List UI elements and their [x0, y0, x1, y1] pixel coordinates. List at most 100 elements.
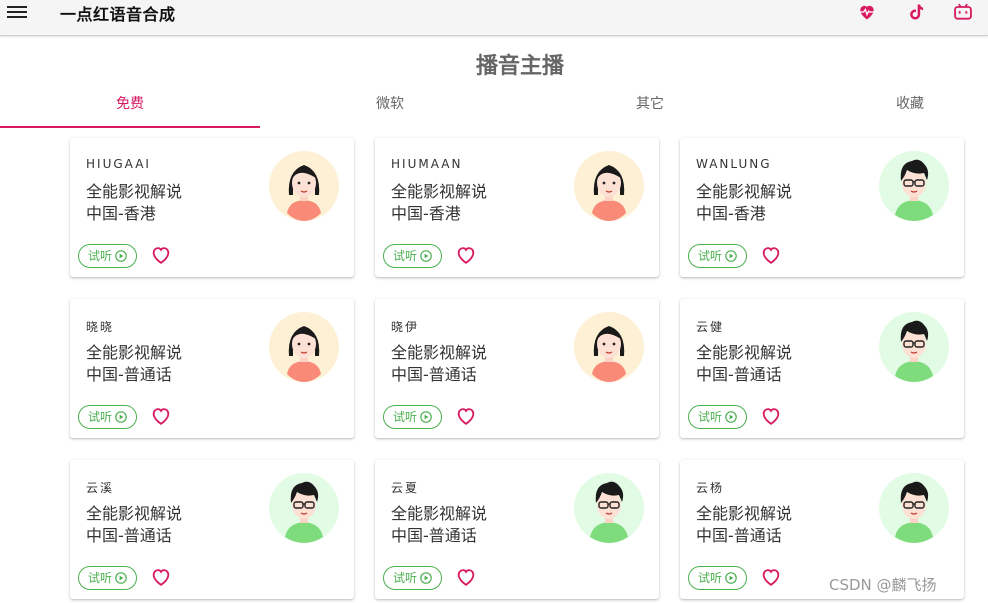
- anchor-card[interactable]: HIUGAAI 全能影视解说 中国-香港试听: [70, 138, 354, 277]
- anchor-region: 中国-普通话: [86, 365, 172, 384]
- tiktok-icon[interactable]: [906, 2, 926, 22]
- anchor-name: 云夏: [391, 481, 420, 495]
- anchor-name: WANLUNG: [696, 157, 772, 171]
- male-avatar: [269, 473, 339, 543]
- anchor-name: 云健: [696, 320, 725, 334]
- female-avatar: [269, 312, 339, 382]
- play-circle-icon: [725, 250, 737, 262]
- watermark: CSDN @麟飞扬: [829, 576, 937, 594]
- anchor-region: 中国-普通话: [86, 526, 172, 545]
- favorite-heart-icon[interactable]: [455, 244, 477, 266]
- favorite-heart-icon[interactable]: [455, 405, 477, 427]
- play-circle-icon: [420, 411, 432, 423]
- listen-label: 试听: [88, 249, 113, 263]
- anchor-region: 中国-普通话: [391, 365, 477, 384]
- page-title: 播音主播: [0, 48, 988, 80]
- female-avatar: [574, 151, 644, 221]
- listen-label: 试听: [393, 571, 418, 585]
- favorite-heart-icon[interactable]: [455, 566, 477, 588]
- listen-button[interactable]: 试听: [383, 566, 442, 590]
- anchor-name: 晓晓: [86, 320, 115, 334]
- anchor-style: 全能影视解说: [696, 504, 793, 523]
- anchor-card[interactable]: 云溪全能影视解说 中国-普通话试听: [70, 460, 354, 599]
- anchor-card[interactable]: 晓伊全能影视解说 中国-普通话试听: [375, 299, 659, 438]
- anchor-description: 全能影视解说 中国-普通话: [696, 342, 792, 386]
- app-title: 一点红语音合成: [60, 5, 176, 24]
- tab-free[interactable]: 免费: [0, 90, 260, 128]
- play-circle-icon: [115, 411, 127, 423]
- anchor-style: 全能影视解说: [696, 182, 793, 201]
- anchor-region: 中国-普通话: [696, 526, 782, 545]
- male-avatar: [879, 312, 949, 382]
- anchor-description: 全能影视解说 中国-香港: [86, 181, 182, 225]
- anchor-style: 全能影视解说: [86, 504, 183, 523]
- favorite-heart-icon[interactable]: [150, 244, 172, 266]
- play-circle-icon: [115, 572, 127, 584]
- play-circle-icon: [725, 411, 737, 423]
- anchor-description: 全能影视解说 中国-普通话: [86, 342, 182, 386]
- anchor-region: 中国-香港: [391, 204, 461, 223]
- anchor-region: 中国-香港: [696, 204, 766, 223]
- favorite-heart-icon[interactable]: [760, 405, 782, 427]
- male-avatar: [879, 473, 949, 543]
- anchor-description: 全能影视解说 中国-普通话: [86, 503, 182, 547]
- listen-button[interactable]: 试听: [383, 244, 442, 268]
- listen-label: 试听: [88, 410, 113, 424]
- menu-icon[interactable]: [7, 3, 27, 19]
- listen-label: 试听: [393, 249, 418, 263]
- anchor-description: 全能影视解说 中国-香港: [696, 181, 792, 225]
- page-title-text: 播音主播: [475, 54, 564, 79]
- anchor-description: 全能影视解说 中国-香港: [391, 181, 487, 225]
- app-bar: 一点红语音合成: [0, 0, 988, 36]
- listen-button[interactable]: 试听: [688, 244, 747, 268]
- listen-button[interactable]: 试听: [688, 405, 747, 429]
- anchor-card[interactable]: WANLUNG 全能影视解说 中国-香港试听: [680, 138, 964, 277]
- anchor-card[interactable]: 云健全能影视解说 中国-普通话试听: [680, 299, 964, 438]
- anchor-card[interactable]: 云夏全能影视解说 中国-普通话试听: [375, 460, 659, 599]
- anchor-region: 中国-普通话: [391, 526, 477, 545]
- anchor-style: 全能影视解说: [391, 182, 488, 201]
- listen-label: 试听: [698, 249, 723, 263]
- anchor-card[interactable]: HIUMAAN 全能影视解说 中国-香港试听: [375, 138, 659, 277]
- tab-bar: 免费 微软 其它 收藏: [0, 90, 988, 128]
- listen-button[interactable]: 试听: [383, 405, 442, 429]
- anchor-style: 全能影视解说: [391, 343, 488, 362]
- anchor-style: 全能影视解说: [696, 343, 793, 362]
- tab-favorites[interactable]: 收藏: [780, 90, 988, 126]
- bilibili-icon[interactable]: [953, 2, 973, 22]
- listen-label: 试听: [698, 571, 723, 585]
- favorite-heart-icon[interactable]: [150, 405, 172, 427]
- favorite-heart-icon[interactable]: [760, 244, 782, 266]
- listen-button[interactable]: 试听: [78, 244, 137, 268]
- anchor-name: 云溪: [86, 481, 115, 495]
- listen-button[interactable]: 试听: [78, 405, 137, 429]
- female-avatar: [574, 312, 644, 382]
- heart-pulse-icon[interactable]: [857, 2, 877, 22]
- anchor-style: 全能影视解说: [86, 182, 183, 201]
- anchor-style: 全能影视解说: [86, 343, 183, 362]
- anchor-description: 全能影视解说 中国-普通话: [696, 503, 792, 547]
- play-circle-icon: [420, 572, 432, 584]
- play-circle-icon: [725, 572, 737, 584]
- listen-label: 试听: [698, 410, 723, 424]
- favorite-heart-icon[interactable]: [150, 566, 172, 588]
- male-avatar: [879, 151, 949, 221]
- listen-button[interactable]: 试听: [688, 566, 747, 590]
- tab-other[interactable]: 其它: [520, 90, 780, 126]
- anchor-region: 中国-香港: [86, 204, 156, 223]
- listen-label: 试听: [88, 571, 113, 585]
- anchor-description: 全能影视解说 中国-普通话: [391, 342, 487, 386]
- tab-microsoft[interactable]: 微软: [260, 90, 520, 126]
- anchor-name: 晓伊: [391, 320, 420, 334]
- play-circle-icon: [420, 250, 432, 262]
- female-avatar: [269, 151, 339, 221]
- favorite-heart-icon[interactable]: [760, 566, 782, 588]
- anchor-description: 全能影视解说 中国-普通话: [391, 503, 487, 547]
- anchor-name: 云杨: [696, 481, 725, 495]
- anchor-name: HIUGAAI: [86, 157, 151, 171]
- anchor-name: HIUMAAN: [391, 157, 463, 171]
- listen-button[interactable]: 试听: [78, 566, 137, 590]
- anchor-style: 全能影视解说: [391, 504, 488, 523]
- anchor-card[interactable]: 晓晓全能影视解说 中国-普通话试听: [70, 299, 354, 438]
- listen-label: 试听: [393, 410, 418, 424]
